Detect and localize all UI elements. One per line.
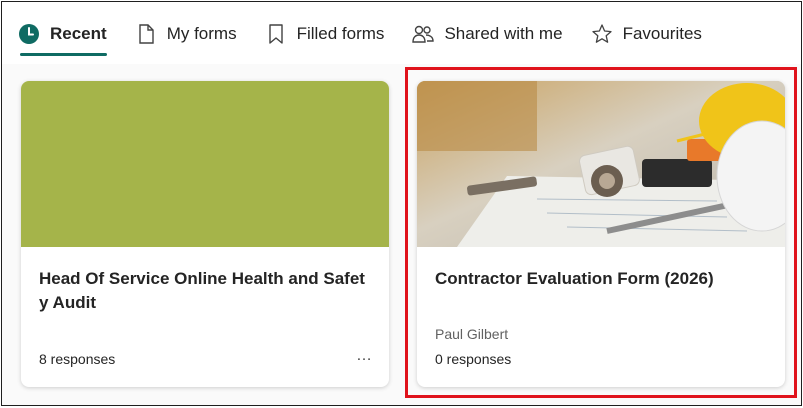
tab-recent-label: Recent: [50, 24, 107, 43]
form-card-banner-image: [417, 81, 785, 247]
tab-my-forms[interactable]: My forms: [135, 17, 237, 51]
form-card-responses: 8 responses: [39, 351, 116, 367]
form-card-safety-audit[interactable]: Head Of Service Online Health and Safety…: [21, 81, 389, 387]
form-card-responses: 0 responses: [435, 351, 512, 367]
people-icon: [412, 23, 435, 45]
tab-shared-with-me-label: Shared with me: [444, 24, 563, 43]
form-card-title: Contractor Evaluation Form (2026): [435, 269, 714, 288]
bookmark-icon: [265, 23, 287, 45]
tab-favourites-label: Favourites: [622, 24, 702, 43]
star-icon: [591, 23, 613, 45]
forms-tab-bar: Recent My forms Filled forms Shared with…: [2, 2, 801, 64]
construction-tools-image: [417, 81, 785, 247]
document-icon: [135, 23, 157, 45]
tab-filled-forms-label: Filled forms: [296, 24, 385, 43]
more-options-button[interactable]: …: [356, 347, 373, 365]
tab-favourites[interactable]: Favourites: [591, 17, 702, 51]
tab-shared-with-me[interactable]: Shared with me: [412, 17, 563, 51]
forms-window: Recent My forms Filled forms Shared with…: [1, 1, 802, 406]
tab-filled-forms[interactable]: Filled forms: [265, 17, 385, 51]
tab-my-forms-label: My forms: [166, 24, 237, 43]
tab-recent[interactable]: Recent: [18, 17, 107, 56]
clock-icon: [18, 23, 40, 45]
form-card-contractor-evaluation[interactable]: Contractor Evaluation Form (2026) Paul G…: [417, 81, 785, 387]
recent-forms-grid: Head Of Service Online Health and Safety…: [2, 64, 801, 405]
form-card-title: Head Of Service Online Health and Safety…: [39, 269, 365, 312]
form-card-owner: Paul Gilbert: [435, 326, 509, 342]
form-card-banner: [21, 81, 389, 247]
